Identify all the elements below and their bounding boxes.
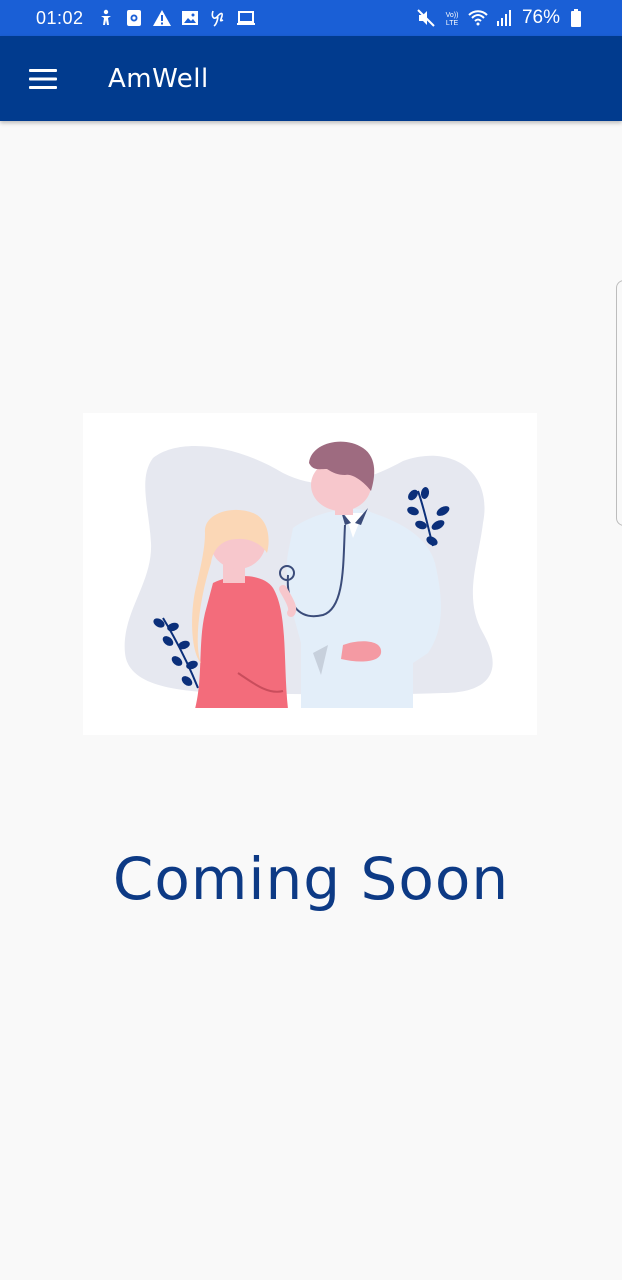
status-bar: 01:02 Vo)) LTE 76% bbox=[0, 0, 622, 36]
edge-panel-handle[interactable] bbox=[616, 280, 622, 526]
mute-icon bbox=[416, 8, 436, 28]
svg-text:Vo)): Vo)) bbox=[446, 12, 459, 19]
signature-icon bbox=[208, 8, 228, 28]
coming-soon-message: Coming Soon bbox=[112, 845, 510, 913]
volte-icon: Vo)) LTE bbox=[442, 8, 462, 28]
status-time: 01:02 bbox=[36, 7, 84, 28]
doctor-patient-illustration bbox=[83, 413, 537, 735]
signal-icon bbox=[494, 8, 514, 28]
app-bar: AmWell bbox=[0, 36, 622, 121]
screen-record-icon bbox=[124, 8, 144, 28]
status-system-icons: Vo)) LTE 76% bbox=[416, 7, 586, 29]
hamburger-menu-icon[interactable] bbox=[22, 58, 64, 100]
accessibility-icon bbox=[96, 8, 116, 28]
warning-icon bbox=[152, 8, 172, 28]
app-title: AmWell bbox=[108, 63, 209, 94]
gallery-icon bbox=[180, 8, 200, 28]
status-notification-icons bbox=[96, 8, 256, 28]
battery-icon bbox=[566, 8, 586, 28]
wifi-icon bbox=[468, 8, 488, 28]
laptop-icon bbox=[236, 8, 256, 28]
battery-percent: 76% bbox=[521, 7, 560, 28]
svg-text:LTE: LTE bbox=[446, 20, 459, 27]
